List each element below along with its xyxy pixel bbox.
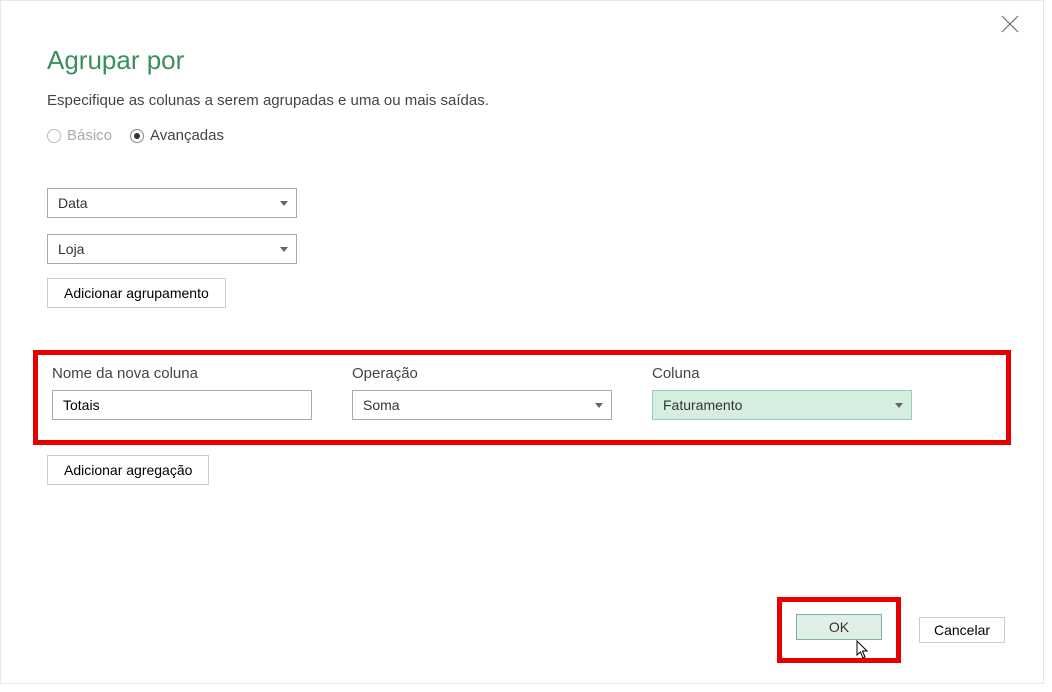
grouping-dropdown-1[interactable]: Loja bbox=[47, 234, 297, 264]
chevron-down-icon bbox=[280, 247, 288, 252]
ok-button[interactable]: OK bbox=[796, 614, 882, 640]
aggregation-operation-col: Operação Soma bbox=[352, 365, 612, 420]
aggregation-column-label: Coluna bbox=[652, 365, 912, 382]
close-button[interactable] bbox=[1001, 15, 1019, 33]
operation-dropdown[interactable]: Soma bbox=[352, 390, 612, 420]
chevron-down-icon bbox=[595, 403, 603, 408]
grouping-dropdown-0[interactable]: Data bbox=[47, 188, 297, 218]
grouping-list: Data Loja bbox=[47, 188, 997, 264]
add-grouping-button[interactable]: Adicionar agrupamento bbox=[47, 278, 226, 308]
aggregation-row: Nome da nova coluna Operação Soma Coluna… bbox=[52, 365, 992, 420]
radio-basic-label: Básico bbox=[67, 127, 112, 144]
column-dropdown[interactable]: Faturamento bbox=[652, 390, 912, 420]
column-value: Faturamento bbox=[663, 397, 742, 413]
aggregation-operation-label: Operação bbox=[352, 365, 612, 382]
dialog-subtitle: Especifique as colunas a serem agrupadas… bbox=[47, 92, 997, 109]
radio-advanced[interactable]: Avançadas bbox=[130, 127, 224, 144]
dialog-content: Agrupar por Especifique as colunas a ser… bbox=[1, 1, 1043, 505]
new-column-name-input[interactable] bbox=[52, 390, 312, 420]
dialog-title: Agrupar por bbox=[47, 45, 997, 76]
chevron-down-icon bbox=[895, 403, 903, 408]
radio-advanced-label: Avançadas bbox=[150, 127, 224, 144]
add-aggregation-button[interactable]: Adicionar agregação bbox=[47, 455, 209, 485]
radio-icon bbox=[47, 129, 61, 143]
cursor-icon bbox=[856, 640, 872, 660]
mode-radio-group: Básico Avançadas bbox=[47, 127, 997, 144]
operation-value: Soma bbox=[363, 397, 400, 413]
chevron-down-icon bbox=[280, 201, 288, 206]
grouping-value: Loja bbox=[58, 241, 84, 257]
radio-icon bbox=[130, 129, 144, 143]
aggregation-name-label: Nome da nova coluna bbox=[52, 365, 312, 382]
group-by-dialog: Agrupar por Especifique as colunas a ser… bbox=[0, 0, 1044, 684]
highlight-aggregation-box: Nome da nova coluna Operação Soma Coluna… bbox=[33, 350, 1011, 445]
aggregation-column-col: Coluna Faturamento bbox=[652, 365, 912, 420]
grouping-value: Data bbox=[58, 195, 88, 211]
cancel-button[interactable]: Cancelar bbox=[919, 617, 1005, 643]
highlight-ok-box: OK bbox=[777, 597, 901, 663]
dialog-footer: OK Cancelar bbox=[777, 597, 1005, 663]
radio-basic[interactable]: Básico bbox=[47, 127, 112, 144]
aggregation-name-col: Nome da nova coluna bbox=[52, 365, 312, 420]
